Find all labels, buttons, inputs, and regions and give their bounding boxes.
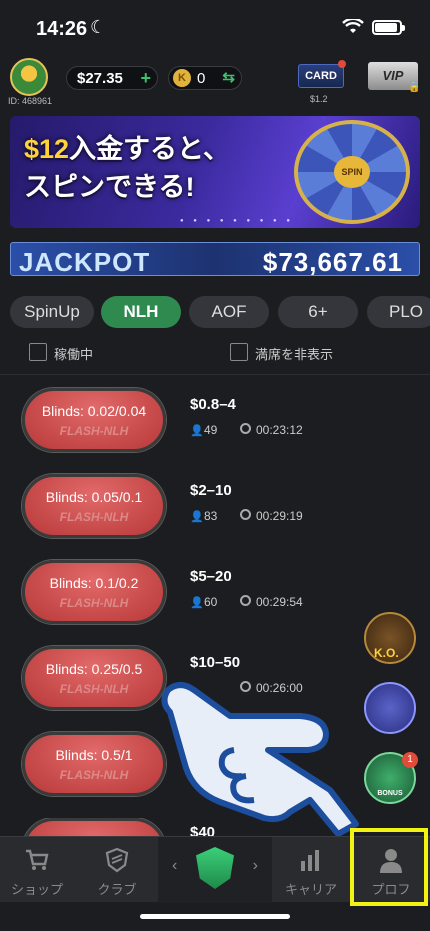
promo-banner[interactable]: $12入金すると、 スピンできる! SPIN ● ● ● ● ● ● ● ● ● [10,116,420,228]
tab-aof[interactable]: AOF [189,296,269,328]
coin-display[interactable]: K 0 ⇆ [168,66,242,90]
nav-club[interactable]: クラブ [82,837,152,903]
join-table-button[interactable]: Blinds: 0.25/0.5 FLASH-NLH [22,646,166,710]
running-label: 稼働中 [54,347,94,362]
tab-plo[interactable]: PLO [367,296,430,328]
add-funds-icon[interactable]: + [140,68,151,89]
join-table-button[interactable]: Blinds: 0.5/1 FLASH-NLH [22,732,166,796]
banner-amount: $12 [24,134,70,164]
tab-nlh[interactable]: NLH [101,296,181,328]
wifi-icon [342,19,364,33]
game-tabs: SpinUp NLH AOF 6+ PLO [0,296,430,328]
pointing-hand-icon [161,682,359,837]
card-button[interactable]: CARD [298,64,344,88]
person-icon: 👤 [190,511,204,523]
shield-icon [105,847,129,873]
table-row[interactable]: Blinds: 0.05/0.1 FLASH-NLH $2–10 👤 83 00… [0,474,430,560]
chevron-left-icon[interactable]: ‹ [172,857,177,875]
player-count: 60 [204,595,218,609]
stakes-label: $10–50 [190,654,241,671]
timer-label: 00:29:54 [256,595,303,609]
tab-spinup[interactable]: SpinUp [10,296,94,328]
blinds-label: Blinds: 0.5/1 [55,747,133,763]
nav-career-label: キャリア [284,882,337,897]
nav-club-label: クラブ [97,882,137,897]
ko-label: K.O. [374,646,399,660]
stakes-label: $0.8–4 [190,396,236,413]
coin-icon: K [173,69,191,87]
ko-event-icon[interactable]: K.O. [364,612,416,664]
carousel-dots[interactable]: ● ● ● ● ● ● ● ● ● [180,218,294,224]
join-table-button[interactable]: Blinds: 0.1/0.2 FLASH-NLH [22,560,166,624]
tab-6plus[interactable]: 6+ [278,296,358,328]
divider [0,374,430,375]
nav-shop-label: ショップ [10,882,63,897]
coin-value: 0 [197,70,206,87]
leaderboard-chips-icon[interactable] [364,682,416,734]
balance-display[interactable]: $27.35 + [66,66,158,90]
join-table-button[interactable]: Blinds: 0.05/0.1 FLASH-NLH [22,474,166,538]
join-table-button[interactable] [22,818,166,836]
hide-full-checkbox[interactable] [230,343,248,361]
clock-icon [240,423,251,434]
jackpot-bar[interactable]: JACKPOT $73,667.61 [10,242,420,277]
player-count: 83 [204,509,218,523]
card-price: $1.2 [310,94,328,104]
lock-icon: 🔒 [408,82,421,93]
moon-icon: ☾ [90,17,107,37]
filter-row: 稼働中 満席を非表示 [0,343,430,365]
timer-label: 00:29:19 [256,509,303,523]
banner-line2: スピンできる! [24,172,195,202]
hide-full-label: 満席を非表示 [255,347,334,362]
wheel-center: SPIN [334,156,370,188]
user-id: ID: 468961 [8,96,53,106]
person-icon: 👤 [190,597,204,609]
game-type-label: FLASH-NLH [59,510,129,524]
battery-icon [372,20,405,35]
chevron-right-icon[interactable]: › [253,857,258,875]
spin-wheel-image: SPIN [294,120,410,224]
balance-value: $27.35 [77,70,123,87]
jackpot-label: JACKPOT [19,247,151,277]
timer-label: 00:23:12 [256,423,303,437]
banner-headline: $12入金すると、 スピンできる! [24,130,230,206]
game-type-label: FLASH-NLH [59,768,129,782]
banner-line1: 入金すると、 [69,134,230,164]
home-indicator [140,914,290,919]
jackpot-value: $73,667.61 [262,247,403,277]
join-table-button[interactable]: Blinds: 0.02/0.04 FLASH-NLH [22,388,166,452]
table-row[interactable]: Blinds: 0.02/0.04 FLASH-NLH $0.8–4 👤 49 … [0,388,430,474]
player-count: 49 [204,423,218,437]
game-type-label: FLASH-NLH [59,596,129,610]
nav-career[interactable]: キャリア [276,837,346,903]
stakes-label: $2–10 [190,482,232,499]
bonus-badge: 1 [402,752,418,768]
blinds-label: Blinds: 0.1/0.2 [49,575,139,591]
clock-icon [240,509,251,520]
nav-home[interactable]: ‹ › [158,837,272,903]
nav-shop[interactable]: ショップ [2,837,72,903]
stakes-label: $5–20 [190,568,232,585]
exchange-icon[interactable]: ⇆ [222,68,235,86]
person-icon: 👤 [190,425,204,437]
cart-icon [26,849,49,870]
bonus-label: BONUS [377,790,403,797]
status-bar: 14:26 ☾ [0,0,430,56]
blinds-label: Blinds: 0.05/0.1 [45,489,143,505]
blinds-label: Blinds: 0.25/0.5 [45,661,143,677]
clock-icon [240,595,251,606]
bar-chart-icon [301,850,319,871]
status-time: 14:26 [36,18,88,40]
running-checkbox[interactable] [29,343,47,361]
profile-highlight-box [350,828,428,906]
notification-dot [338,60,346,68]
top-bar: ID: 468961 $27.35 + K 0 ⇆ CARD $1.2 VIP … [0,56,430,106]
home-emblem-icon [196,847,234,889]
blinds-label: Blinds: 0.02/0.04 [41,403,147,419]
game-type-label: FLASH-NLH [59,424,129,438]
game-type-label: FLASH-NLH [59,682,129,696]
avatar[interactable] [10,58,48,96]
